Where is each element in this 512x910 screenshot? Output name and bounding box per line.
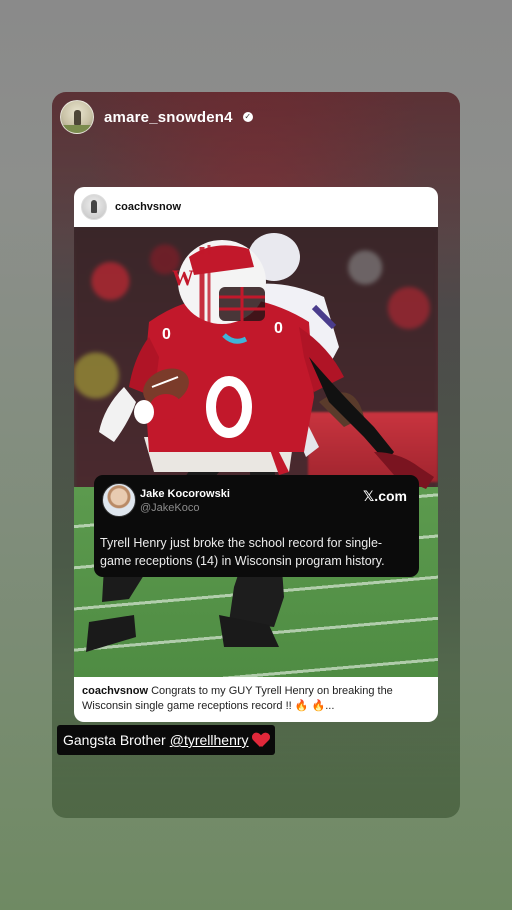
tweet-author-handle[interactable]: @JakeKoco — [140, 502, 199, 514]
sticker-text: Gangsta Brother — [63, 732, 166, 748]
tweet-text: Tyrell Henry just broke the school recor… — [100, 536, 385, 568]
x-logo-icon: 𝕏.com — [363, 488, 407, 504]
svg-text:0: 0 — [274, 320, 283, 337]
football-player-illustration: 0 0 W — [86, 233, 434, 652]
red-heart-icon — [253, 732, 269, 748]
post-avatar-figure — [91, 200, 97, 213]
story-avatar[interactable] — [60, 100, 94, 134]
post-photo[interactable]: 0 0 W Jake Kocorowski @JakeKoco 𝕏.com Ty… — [74, 227, 438, 677]
runner-figure: 0 0 W — [86, 240, 434, 652]
story-header[interactable]: amare_snowden4 ✓ — [60, 100, 253, 134]
mention-sticker[interactable]: Gangsta Brother @tyrellhenry — [57, 725, 275, 755]
svg-text:0: 0 — [162, 326, 171, 343]
tweet-author-avatar[interactable] — [102, 483, 136, 517]
post-header[interactable]: coachvsnow — [74, 187, 438, 227]
shared-post-card[interactable]: coachvsnow 0 0 W Jake Kocorowski @JakeKo… — [74, 187, 438, 722]
avatar-figure — [74, 110, 81, 125]
mention-link[interactable]: @tyrellhenry — [170, 732, 249, 748]
avatar-ground — [61, 125, 93, 133]
post-caption[interactable]: coachvsnow Congrats to my GUY Tyrell Hen… — [82, 684, 430, 714]
verified-check-icon: ✓ — [242, 112, 253, 122]
embedded-tweet-card[interactable]: Jake Kocorowski @JakeKoco 𝕏.com Tyrell H… — [94, 475, 419, 577]
story-frame: amare_snowden4 ✓ coachvsnow 0 0 W Jake K… — [52, 92, 460, 818]
svg-text:W: W — [172, 265, 194, 290]
post-username[interactable]: coachvsnow — [115, 201, 181, 213]
post-avatar[interactable] — [81, 194, 107, 220]
caption-author[interactable]: coachvsnow — [82, 685, 148, 697]
tweet-author-name[interactable]: Jake Kocorowski — [140, 488, 230, 500]
story-username[interactable]: amare_snowden4 — [104, 109, 233, 126]
